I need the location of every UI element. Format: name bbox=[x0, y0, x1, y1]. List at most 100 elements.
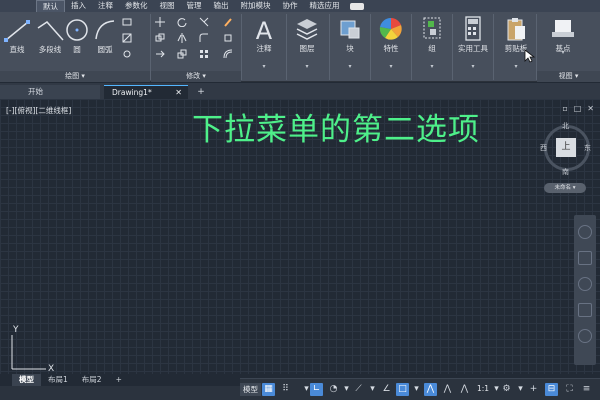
copy-icon[interactable] bbox=[155, 33, 165, 43]
polyline-icon bbox=[37, 21, 64, 41]
properties-button[interactable]: 特性 ▾ bbox=[371, 14, 411, 70]
arc-button[interactable]: 圆弧 bbox=[92, 14, 118, 70]
new-tab-button[interactable]: + bbox=[194, 85, 208, 99]
ucs-y-label: Y bbox=[12, 325, 19, 335]
arc-icon bbox=[95, 20, 115, 40]
tab-home[interactable]: 默认 bbox=[36, 0, 65, 12]
isolate-objects-icon[interactable]: ⊟ bbox=[545, 383, 558, 396]
showmotion-icon[interactable] bbox=[578, 329, 592, 343]
autoscale-icon[interactable]: ⋀ bbox=[441, 383, 454, 396]
layout-tab-bar: 模型 布局1 布局2 + bbox=[0, 374, 240, 386]
compass-east[interactable]: 东 bbox=[584, 143, 591, 153]
add-layout-button[interactable]: + bbox=[109, 374, 129, 386]
workspace-gear-icon[interactable]: ⚙ bbox=[500, 383, 513, 396]
tab-manage[interactable]: 管理 bbox=[181, 0, 208, 12]
draw-panel-footer[interactable]: 绘图 ▾ bbox=[0, 71, 150, 82]
viewport-window-controls: ▫ □ ✕ bbox=[562, 104, 594, 113]
fillet-icon[interactable] bbox=[199, 33, 209, 43]
tab-collaborate[interactable]: 协作 bbox=[277, 0, 304, 12]
annotation-button[interactable]: A 注释 ▾ bbox=[244, 14, 284, 70]
object-snap-dropdown-icon[interactable]: ▾ bbox=[410, 383, 423, 396]
annotation-scale-icon[interactable]: ⋀ bbox=[458, 383, 471, 396]
viewcube[interactable]: 北 南 东 西 上 bbox=[540, 121, 592, 187]
stretch-icon[interactable] bbox=[155, 49, 165, 59]
fullscreen-icon[interactable]: ⛶ bbox=[563, 383, 576, 396]
scale-icon[interactable] bbox=[177, 49, 187, 59]
tab-insert[interactable]: 插入 bbox=[65, 0, 92, 12]
base-button[interactable]: 基点 ▾ bbox=[543, 14, 583, 70]
line-icon bbox=[4, 20, 30, 42]
ribbon-toggle-button[interactable] bbox=[349, 2, 364, 10]
compass-south[interactable]: 南 bbox=[562, 167, 569, 177]
close-icon[interactable]: ✕ bbox=[175, 86, 182, 100]
layout-tab-layout2[interactable]: 布局2 bbox=[75, 374, 109, 386]
ucs-icon: Y X bbox=[11, 325, 54, 373]
offset-icon[interactable] bbox=[223, 49, 233, 59]
properties-panel: 特性 ▾ bbox=[371, 12, 411, 82]
groups-panel: 组 ▾ bbox=[412, 12, 452, 82]
close-icon[interactable]: ✕ bbox=[587, 104, 594, 113]
ucs-x-label: X bbox=[48, 364, 54, 373]
hatch-icon[interactable] bbox=[122, 33, 132, 43]
layout-tab-model[interactable]: 模型 bbox=[12, 374, 41, 386]
isodraft-icon[interactable]: ⟋ bbox=[352, 383, 365, 396]
tab-addins[interactable]: 附加模块 bbox=[235, 0, 277, 12]
add-icon[interactable]: + bbox=[527, 383, 540, 396]
compass-west[interactable]: 西 bbox=[540, 143, 547, 153]
file-tab-start[interactable]: 开始 bbox=[0, 85, 100, 99]
wcs-menu[interactable]: 未命名 ▾ bbox=[544, 183, 586, 193]
orbit-icon[interactable] bbox=[578, 303, 592, 317]
file-tab-bar: 开始 Drawing1* ✕ + bbox=[0, 83, 600, 99]
maximize-icon[interactable]: □ bbox=[574, 104, 582, 113]
groups-button[interactable]: 组 ▾ bbox=[412, 14, 452, 70]
workspace-dropdown-icon[interactable]: ▾ bbox=[514, 383, 527, 396]
object-snap-tracking-icon[interactable]: ∠ bbox=[380, 383, 393, 396]
compass-north[interactable]: 北 bbox=[562, 121, 569, 131]
tab-view[interactable]: 视图 bbox=[154, 0, 181, 12]
navigation-bar bbox=[574, 215, 596, 365]
explode-icon[interactable] bbox=[223, 33, 233, 43]
tab-annotate[interactable]: 注释 bbox=[92, 0, 119, 12]
pan-icon[interactable] bbox=[578, 251, 592, 265]
tab-featured-apps[interactable]: 精选应用 bbox=[304, 0, 346, 12]
circle-button[interactable]: 圆 bbox=[64, 14, 90, 70]
viewcube-face-top[interactable]: 上 bbox=[556, 138, 576, 157]
utilities-panel: 实用工具 ▾ bbox=[453, 12, 493, 82]
modify-panel-footer[interactable]: 修改 ▾ bbox=[151, 71, 241, 82]
model-space-toggle[interactable]: 模型 bbox=[240, 383, 261, 396]
grid-icon[interactable]: ▦ bbox=[262, 383, 275, 396]
isodraft-dropdown-icon[interactable]: ▾ bbox=[366, 383, 379, 396]
polar-icon[interactable]: ◔ bbox=[327, 383, 340, 396]
tab-parametric[interactable]: 参数化 bbox=[119, 0, 154, 12]
polyline-button[interactable]: 多段线 bbox=[34, 14, 66, 70]
viewport-label[interactable]: [-][俯视][二维线框] bbox=[6, 105, 71, 116]
drawing-canvas[interactable]: [-][俯视][二维线框] 下拉菜单的第二选项 ▫ □ ✕ 北 南 东 西 上 … bbox=[0, 99, 600, 374]
mirror-icon[interactable] bbox=[177, 33, 187, 43]
rectangle-icon[interactable] bbox=[122, 17, 132, 27]
snap-icon[interactable]: ⠿ bbox=[279, 383, 292, 396]
zoom-icon[interactable] bbox=[578, 277, 592, 291]
modify-panel: 修改 ▾ bbox=[151, 12, 241, 82]
ortho-icon[interactable]: ∟ bbox=[310, 383, 323, 396]
erase-icon[interactable] bbox=[223, 17, 233, 27]
rotate-icon[interactable] bbox=[177, 17, 187, 27]
move-icon[interactable] bbox=[155, 17, 165, 27]
file-tab-drawing1[interactable]: Drawing1* ✕ bbox=[104, 85, 188, 99]
steering-wheel-icon[interactable] bbox=[578, 225, 592, 239]
array-icon[interactable] bbox=[199, 49, 209, 59]
line-button[interactable]: 直线 bbox=[0, 14, 34, 70]
annotation-visibility-icon[interactable]: ⋀ bbox=[424, 383, 437, 396]
tab-output[interactable]: 输出 bbox=[208, 0, 235, 12]
customize-menu-icon[interactable]: ≡ bbox=[580, 383, 593, 396]
view-panel-footer[interactable]: 视图 ▾ bbox=[537, 71, 600, 82]
layers-button[interactable]: 图层 ▾ bbox=[287, 14, 327, 70]
boundary-icon[interactable] bbox=[122, 49, 132, 59]
utilities-button[interactable]: 实用工具 ▾ bbox=[453, 14, 493, 70]
block-button[interactable]: 块 ▾ bbox=[330, 14, 370, 70]
object-snap-icon[interactable]: □ bbox=[396, 383, 409, 396]
annotation-scale-value[interactable]: 1:1 bbox=[477, 384, 489, 393]
trim-icon[interactable] bbox=[199, 17, 209, 27]
restore-icon[interactable]: ▫ bbox=[562, 104, 567, 113]
layers-icon bbox=[296, 19, 318, 40]
layout-tab-layout1[interactable]: 布局1 bbox=[41, 374, 75, 386]
